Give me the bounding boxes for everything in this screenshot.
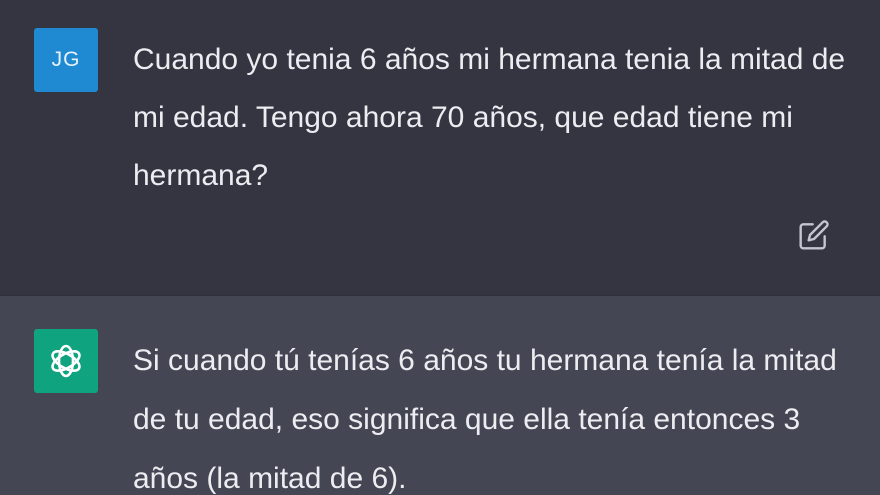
assistant-avatar [34,329,98,393]
edit-icon [799,220,829,250]
user-message: JG Cuando yo tenia 6 años mi hermana ten… [0,0,880,295]
user-avatar-initials: JG [51,48,81,71]
user-message-text: Cuando yo tenia 6 años mi hermana tenia … [133,43,846,192]
chat-thread: JG Cuando yo tenia 6 años mi hermana ten… [0,0,880,495]
assistant-message-text: Si cuando tú tenías 6 años tu hermana te… [133,344,837,495]
edit-message-button[interactable] [797,218,831,252]
assistant-message: Si cuando tú tenías 6 años tu hermana te… [0,295,880,495]
openai-logo-icon [51,344,81,378]
user-avatar: JG [34,28,98,92]
